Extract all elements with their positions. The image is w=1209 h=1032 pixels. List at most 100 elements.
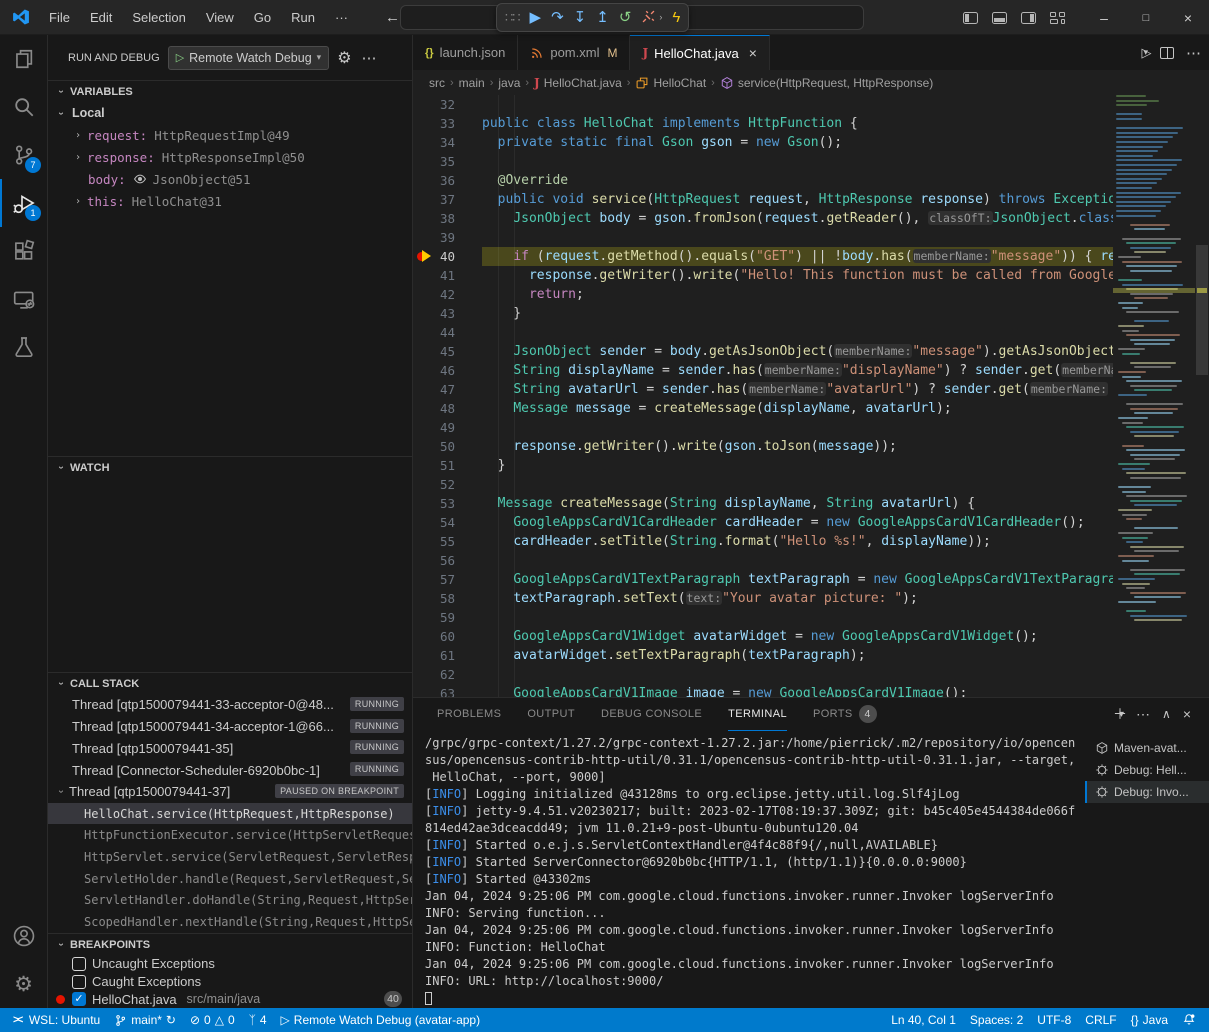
panel-tab-output[interactable]: OUTPUT xyxy=(527,698,575,731)
code-line-47[interactable]: 47 String avatarUrl = sender.has(memberN… xyxy=(413,380,1113,399)
customize-layout-icon[interactable] xyxy=(1050,12,1065,24)
code-line-32[interactable]: 32 xyxy=(413,95,1113,114)
run-java-button[interactable]: ▷▾ xyxy=(1141,45,1148,61)
code-line-60[interactable]: 60 GoogleAppsCardV1Widget avatarWidget =… xyxy=(413,627,1113,646)
variable-row[interactable]: ›request:HttpRequestImpl@49 xyxy=(48,124,412,146)
breadcrumb-item[interactable]: main xyxy=(459,76,485,90)
code-line-39[interactable]: 39 xyxy=(413,228,1113,247)
code-line-49[interactable]: 49 xyxy=(413,418,1113,437)
watch-header[interactable]: › WATCH xyxy=(48,456,412,478)
terminal-list-item[interactable]: Debug: Hell... xyxy=(1085,759,1209,781)
panel-more-icon[interactable]: ⋯ xyxy=(1136,706,1150,723)
terminal-list-item[interactable]: Maven-avat... xyxy=(1085,737,1209,759)
disconnect-options-button[interactable]: › xyxy=(659,13,662,22)
breakpoint-checkbox[interactable]: ✓ xyxy=(72,992,86,1006)
terminal-list-item[interactable]: Debug: Invo... xyxy=(1085,781,1209,803)
activity-source-control[interactable]: 7 xyxy=(0,131,47,179)
thread-row[interactable]: Thread [qtp1500079441-33-acceptor-0@48..… xyxy=(48,694,412,716)
stack-frame-row[interactable]: HttpServlet.service(ServletRequest,Servl… xyxy=(48,846,412,868)
code-line-54[interactable]: 54 GoogleAppsCardV1CardHeader cardHeader… xyxy=(413,513,1113,532)
status-problems[interactable]: ⊘0△0 xyxy=(183,1008,242,1032)
close-panel-icon[interactable]: × xyxy=(1183,706,1191,722)
menu-selection[interactable]: Selection xyxy=(123,7,194,28)
breakpoint-row[interactable]: ✓HelloChat.javasrc/main/java40 xyxy=(48,990,412,1008)
status-encoding[interactable]: UTF-8 xyxy=(1030,1008,1078,1032)
panel-tab-debug-console[interactable]: DEBUG CONSOLE xyxy=(601,698,702,731)
breakpoint-row[interactable]: Uncaught Exceptions xyxy=(48,955,412,973)
toggle-secondary-sidebar-icon[interactable] xyxy=(1021,12,1036,24)
status-remote-indicator[interactable]: ><WSL: Ubuntu xyxy=(6,1008,107,1032)
nav-back-icon[interactable]: ← xyxy=(385,9,400,26)
activity-search[interactable] xyxy=(0,83,47,131)
activity-remote-explorer[interactable] xyxy=(0,275,47,323)
status-cursor-position[interactable]: Ln 40, Col 1 xyxy=(884,1008,963,1032)
activity-explorer[interactable] xyxy=(0,35,47,83)
step-out-button[interactable]: ↥ xyxy=(596,10,609,25)
code-line-46[interactable]: 46 String displayName = sender.has(membe… xyxy=(413,361,1113,380)
panel-tab-problems[interactable]: PROBLEMS xyxy=(437,698,501,731)
status-indentation[interactable]: Spaces: 2 xyxy=(963,1008,1030,1032)
code-line-58[interactable]: 58 textParagraph.setText(text:"Your avat… xyxy=(413,589,1113,608)
code-line-45[interactable]: 45 JsonObject sender = body.getAsJsonObj… xyxy=(413,342,1113,361)
status-eol[interactable]: CRLF xyxy=(1078,1008,1123,1032)
code-line-55[interactable]: 55 cardHeader.setTitle(String.format("He… xyxy=(413,532,1113,551)
toggle-sidebar-icon[interactable] xyxy=(963,12,978,24)
code-line-40[interactable]: 40 if (request.getMethod().equals("GET")… xyxy=(413,247,1113,266)
debug-config-dropdown[interactable]: ▷ Remote Watch Debug ▾ xyxy=(168,46,330,70)
code-line-61[interactable]: 61 avatarWidget.setTextParagraph(textPar… xyxy=(413,646,1113,665)
panel-tab-ports[interactable]: PORTS4 xyxy=(813,698,877,731)
code-line-42[interactable]: 42 return; xyxy=(413,285,1113,304)
code-line-50[interactable]: 50 response.getWriter().write(gson.toJso… xyxy=(413,437,1113,456)
menu-run[interactable]: Run xyxy=(282,7,324,28)
status-debug-status[interactable]: ▷Remote Watch Debug (avatar-app) xyxy=(274,1008,488,1032)
code-line-41[interactable]: 41 response.getWriter().write("Hello! Th… xyxy=(413,266,1113,285)
code-line-36[interactable]: 36 @Override xyxy=(413,171,1113,190)
code-line-34[interactable]: 34 private static final Gson gson = new … xyxy=(413,133,1113,152)
code-line-33[interactable]: 33public class HelloChat implements Http… xyxy=(413,114,1113,133)
tab-pom.xml[interactable]: pom.xmlM xyxy=(518,35,630,70)
close-tab-icon[interactable]: × xyxy=(749,45,757,61)
hot-code-replace-button[interactable]: ϟ xyxy=(672,10,680,25)
stack-frame-row[interactable]: HttpFunctionExecutor.service(HttpServlet… xyxy=(48,824,412,846)
accounts-icon[interactable] xyxy=(0,912,47,960)
code-line-59[interactable]: 59 xyxy=(413,608,1113,627)
minimap[interactable] xyxy=(1113,95,1195,697)
maximize-button[interactable]: □ xyxy=(1125,0,1167,35)
status-git-branch[interactable]: main*↻ xyxy=(107,1008,183,1032)
code-editor[interactable]: 3233public class HelloChat implements Ht… xyxy=(413,95,1209,697)
call-stack-header[interactable]: › CALL STACK xyxy=(48,672,412,694)
variable-row[interactable]: ›this:HelloChat@31 xyxy=(48,190,412,212)
step-over-button[interactable]: ↷ xyxy=(551,10,564,25)
breadcrumb-item[interactable]: service(HttpRequest, HttpResponse) xyxy=(720,76,933,90)
code-line-38[interactable]: 38 JsonObject body = gson.fromJson(reque… xyxy=(413,209,1113,228)
start-debug-icon[interactable]: ▷ xyxy=(176,51,184,64)
breakpoint-checkbox[interactable] xyxy=(72,957,86,971)
sidebar-more-icon[interactable]: ⋯ xyxy=(362,49,377,67)
breadcrumb-item[interactable]: HelloChat xyxy=(635,76,706,90)
code-line-51[interactable]: 51 } xyxy=(413,456,1113,475)
thread-row[interactable]: ›Thread [qtp1500079441-37]PAUSED ON BREA… xyxy=(48,781,412,803)
eye-icon[interactable] xyxy=(133,172,147,186)
stack-frame-row[interactable]: HelloChat.service(HttpRequest,HttpRespon… xyxy=(48,803,412,825)
code-line-57[interactable]: 57 GoogleAppsCardV1TextParagraph textPar… xyxy=(413,570,1113,589)
tab-HelloChat.java[interactable]: JHelloChat.java× xyxy=(630,35,769,70)
tab-launch.json[interactable]: {}launch.json xyxy=(413,35,518,70)
breakpoints-header[interactable]: › BREAKPOINTS xyxy=(48,933,412,955)
breadcrumb-item[interactable]: JHelloChat.java xyxy=(534,76,622,90)
activity-testing[interactable] xyxy=(0,323,47,371)
terminal-output[interactable]: /grpc/grpc-context/1.27.2/grpc-context-1… xyxy=(413,731,1085,1008)
code-line-37[interactable]: 37 public void service(HttpRequest reque… xyxy=(413,190,1113,209)
stack-frame-row[interactable]: ServletHolder.handle(Request,ServletRequ… xyxy=(48,868,412,890)
status-language[interactable]: {}Java xyxy=(1124,1008,1175,1032)
panel-tab-terminal[interactable]: TERMINAL xyxy=(728,698,787,731)
new-terminal-icon[interactable]: ＋▾ xyxy=(1113,704,1124,724)
toggle-panel-icon[interactable] xyxy=(992,12,1007,24)
editor-more-actions-icon[interactable]: ⋯ xyxy=(1186,44,1201,62)
thread-row[interactable]: Thread [Connector-Scheduler-6920b0bc-1]R… xyxy=(48,759,412,781)
menu-edit[interactable]: Edit xyxy=(81,7,121,28)
menu-[interactable]: ··· xyxy=(326,7,357,28)
restart-button[interactable]: ↺ xyxy=(619,10,632,25)
variable-row[interactable]: body:JsonObject@51 xyxy=(48,168,412,190)
thread-row[interactable]: Thread [qtp1500079441-35]RUNNING xyxy=(48,737,412,759)
variable-row[interactable]: ›response:HttpResponseImpl@50 xyxy=(48,146,412,168)
